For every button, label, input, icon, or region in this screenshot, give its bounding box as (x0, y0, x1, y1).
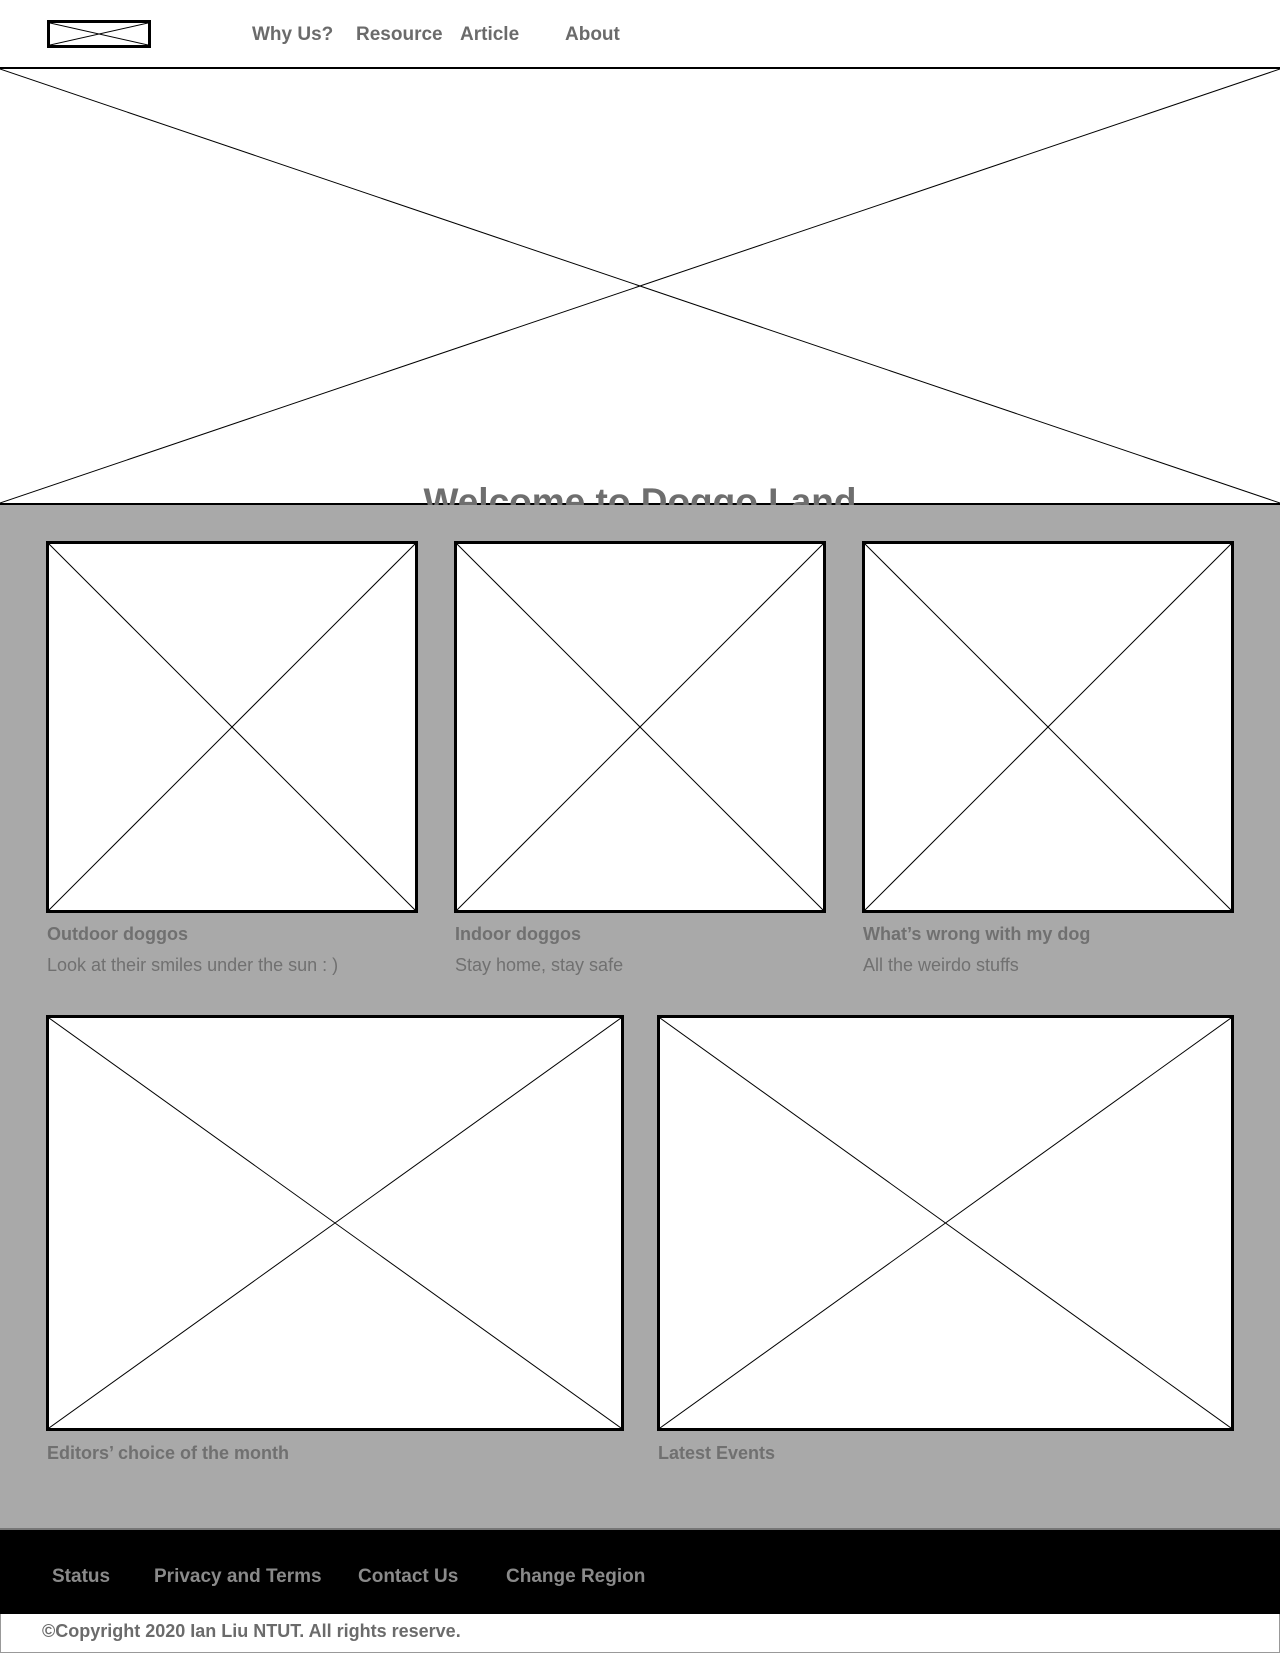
placeholder-x-icon (0, 69, 1280, 503)
nav-resource[interactable]: Resource (356, 24, 443, 46)
feature-image-editors-choice[interactable] (46, 1015, 624, 1431)
card-subtitle-outdoor: Look at their smiles under the sun : ) (47, 955, 339, 975)
card-image-indoor[interactable] (454, 541, 826, 913)
card-title-indoor[interactable]: Indoor doggos (455, 924, 581, 945)
card-subtitle-indoor: Stay home, stay safe (455, 955, 624, 975)
placeholder-x-icon (49, 544, 415, 910)
hero-banner: Welcome to Doggo Land (0, 67, 1280, 522)
card-title-outdoor[interactable]: Outdoor doggos (47, 924, 188, 945)
placeholder-x-icon (50, 23, 148, 45)
card-subtitle-whats-wrong: All the weirdo stuffs (863, 955, 1019, 975)
site-footer: Status Privacy and Terms Contact Us Chan… (0, 1528, 1280, 1614)
footer-link-contact-us[interactable]: Contact Us (358, 1566, 458, 1588)
feature-title-latest-events[interactable]: Latest Events (658, 1443, 775, 1464)
card-image-whats-wrong[interactable] (862, 541, 1234, 913)
nav-about[interactable]: About (565, 24, 620, 46)
card-title-whats-wrong[interactable]: What’s wrong with my dog (863, 924, 1090, 945)
nav-article[interactable]: Article (460, 24, 519, 46)
nav-why-us[interactable]: Why Us? (252, 24, 333, 46)
copyright-text: ©Copyright 2020 Ian Liu NTUT. All rights… (42, 1621, 461, 1641)
content-area: Outdoor doggos Look at their smiles unde… (0, 505, 1280, 1528)
feature-title-editors-choice[interactable]: Editors’ choice of the month (47, 1443, 289, 1464)
feature-image-latest-events[interactable] (657, 1015, 1234, 1431)
footer-link-change-region[interactable]: Change Region (506, 1566, 645, 1588)
placeholder-x-icon (865, 544, 1231, 910)
footer-link-status[interactable]: Status (52, 1566, 110, 1588)
placeholder-x-icon (660, 1018, 1231, 1428)
site-header: Why Us? Resource Article About (0, 0, 1280, 68)
card-image-outdoor[interactable] (46, 541, 418, 913)
logo[interactable] (47, 20, 151, 48)
placeholder-x-icon (49, 1018, 621, 1428)
placeholder-x-icon (457, 544, 823, 910)
footer-link-privacy-terms[interactable]: Privacy and Terms (154, 1566, 322, 1588)
